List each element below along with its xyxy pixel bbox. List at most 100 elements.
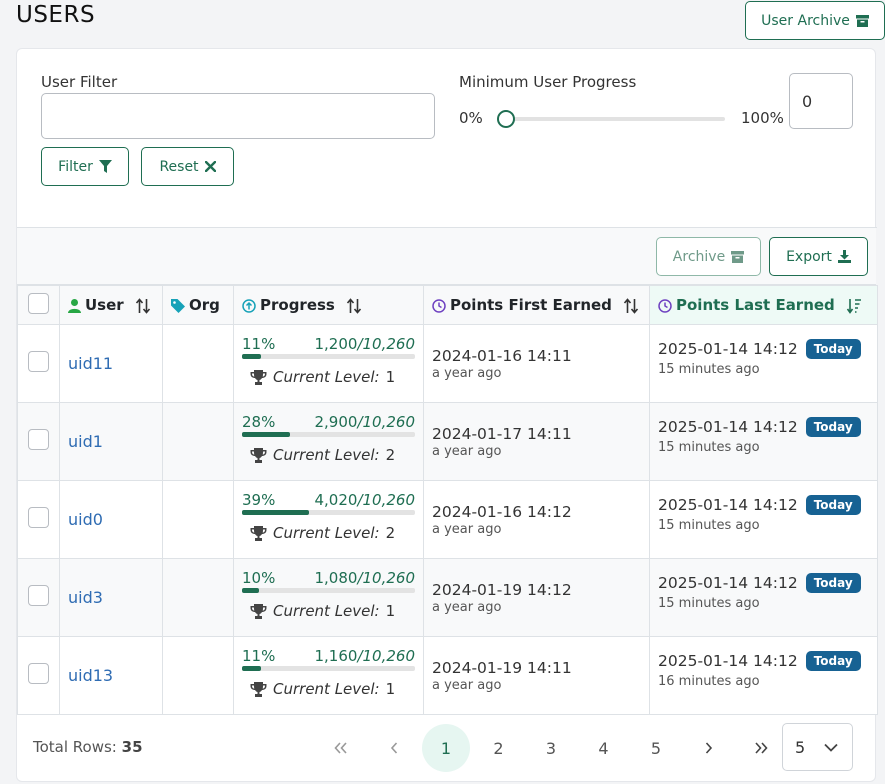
last-earned-column-header[interactable]: Points Last Earned: [649, 285, 878, 325]
progress-percent: 28%: [242, 413, 276, 431]
last-earned-cell: 2025-01-14 14:12 Today 15 minutes ago: [649, 324, 878, 403]
row-checkbox[interactable]: [28, 585, 49, 606]
user-column-header[interactable]: User: [59, 285, 163, 325]
page-button-4[interactable]: 4: [580, 724, 628, 772]
org-cell: [162, 636, 234, 715]
double-chevron-right-icon: [755, 742, 768, 754]
points-earned: 4,020: [314, 491, 358, 509]
level-label: Current Level:: [273, 524, 380, 542]
first-page-button[interactable]: [317, 724, 365, 772]
level-value: 1: [385, 602, 396, 620]
progress-bar: [242, 432, 415, 437]
page-size-select[interactable]: 5: [782, 723, 853, 771]
sort-desc-icon[interactable]: [846, 298, 862, 314]
slider-min-label: 0%: [459, 109, 483, 127]
row-select-cell: [17, 402, 60, 481]
points-total: /10,260: [357, 647, 415, 665]
progress-cell: 10% 1,080/10,260 Current Level: 1: [233, 558, 424, 637]
prev-page-button[interactable]: [370, 724, 418, 772]
org-cell: [162, 324, 234, 403]
filter-button[interactable]: Filter: [41, 147, 129, 186]
progress-filter-label: Minimum User Progress: [459, 73, 637, 91]
page-button-1[interactable]: 1: [422, 724, 470, 772]
progress-column-header[interactable]: Progress: [233, 285, 424, 325]
select-all-checkbox[interactable]: [28, 292, 49, 314]
current-level: Current Level: 2: [250, 446, 415, 464]
org-column-label: Org: [189, 296, 220, 314]
sort-arrows-icon[interactable]: [623, 297, 639, 314]
user-link[interactable]: uid3: [68, 588, 103, 607]
first-earned-relative: a year ago: [432, 365, 502, 381]
page-numbers: 12345: [422, 724, 685, 772]
chevron-right-icon: [705, 742, 712, 754]
min-progress-input[interactable]: [789, 73, 853, 129]
page-button-3[interactable]: 3: [527, 724, 575, 772]
table-row: uid11 11% 1,200/10,260 Current Level: 1 2024…: [17, 324, 878, 403]
user-link[interactable]: uid1: [68, 432, 103, 451]
sort-arrows-icon[interactable]: [135, 297, 151, 314]
progress-bar: [242, 588, 415, 593]
level-label: Current Level:: [273, 446, 380, 464]
archive-box-icon: [855, 14, 869, 27]
row-select-cell: [17, 324, 60, 403]
users-table-section: Archive Export User Org Progress Points …: [17, 227, 878, 784]
table-footer: Total Rows: 35 12345 5: [17, 708, 877, 784]
first-earned-date: 2024-01-16 14:11: [432, 346, 572, 365]
first-earned-cell: 2024-01-19 14:11 a year ago: [423, 636, 650, 715]
user-link[interactable]: uid11: [68, 354, 113, 373]
page-button-2[interactable]: 2: [475, 724, 523, 772]
clock-icon: [432, 298, 446, 313]
user-archive-button[interactable]: User Archive: [745, 1, 885, 40]
filter-funnel-icon: [98, 160, 112, 173]
user-cell: uid11: [59, 324, 163, 403]
points-earned: 2,900: [314, 413, 358, 431]
org-cell: [162, 402, 234, 481]
next-page-button[interactable]: [685, 724, 733, 772]
progress-cell: 39% 4,020/10,260 Current Level: 2: [233, 480, 424, 559]
row-checkbox[interactable]: [28, 507, 49, 528]
first-earned-column-label: Points First Earned: [450, 296, 612, 314]
last-earned-cell: 2025-01-14 14:12 Today 16 minutes ago: [649, 636, 878, 715]
user-link[interactable]: uid0: [68, 510, 103, 529]
level-label: Current Level:: [273, 368, 380, 386]
last-earned-relative: 15 minutes ago: [658, 518, 760, 533]
last-earned-date: 2025-01-14 14:12: [658, 652, 798, 670]
progress-bar-fill: [242, 354, 262, 359]
page-button-5[interactable]: 5: [632, 724, 680, 772]
first-earned-relative: a year ago: [432, 443, 502, 459]
row-checkbox[interactable]: [28, 663, 49, 684]
first-earned-column-header[interactable]: Points First Earned: [423, 285, 650, 325]
total-rows-label: Total Rows:: [33, 738, 117, 756]
points-total: /10,260: [357, 413, 415, 431]
last-earned-column-label: Points Last Earned: [676, 296, 835, 314]
archive-button[interactable]: Archive: [656, 237, 761, 276]
level-value: 1: [385, 680, 396, 698]
total-rows-value: 35: [121, 738, 143, 756]
tag-icon: [171, 298, 185, 313]
progress-points: 2,900/10,260: [315, 413, 416, 431]
export-button[interactable]: Export: [769, 237, 868, 276]
org-cell: [162, 558, 234, 637]
level-value: 1: [385, 368, 396, 386]
row-checkbox[interactable]: [28, 429, 49, 450]
user-filter-input[interactable]: [41, 93, 435, 139]
progress-cell: 11% 1,200/10,260 Current Level: 1: [233, 324, 424, 403]
row-checkbox[interactable]: [28, 351, 49, 372]
progress-points: 4,020/10,260: [315, 491, 416, 509]
progress-points: 1,200/10,260: [315, 335, 416, 353]
slider-handle[interactable]: [497, 110, 515, 128]
slider-max-label: 100%: [741, 109, 784, 127]
last-earned-date: 2025-01-14 14:12: [658, 574, 798, 592]
current-level: Current Level: 2: [250, 524, 415, 542]
filter-button-label: Filter: [58, 158, 93, 175]
page-size-value: 5: [795, 737, 806, 757]
user-link[interactable]: uid13: [68, 666, 113, 685]
progress-slider[interactable]: [497, 110, 725, 128]
sort-arrows-icon[interactable]: [346, 297, 362, 314]
org-column-header[interactable]: Org: [162, 285, 234, 325]
progress-percent: 11%: [242, 647, 276, 665]
reset-button[interactable]: Reset: [141, 147, 234, 186]
progress-percent: 10%: [242, 569, 276, 587]
last-page-button[interactable]: [737, 724, 785, 772]
last-earned-relative: 15 minutes ago: [658, 440, 760, 455]
